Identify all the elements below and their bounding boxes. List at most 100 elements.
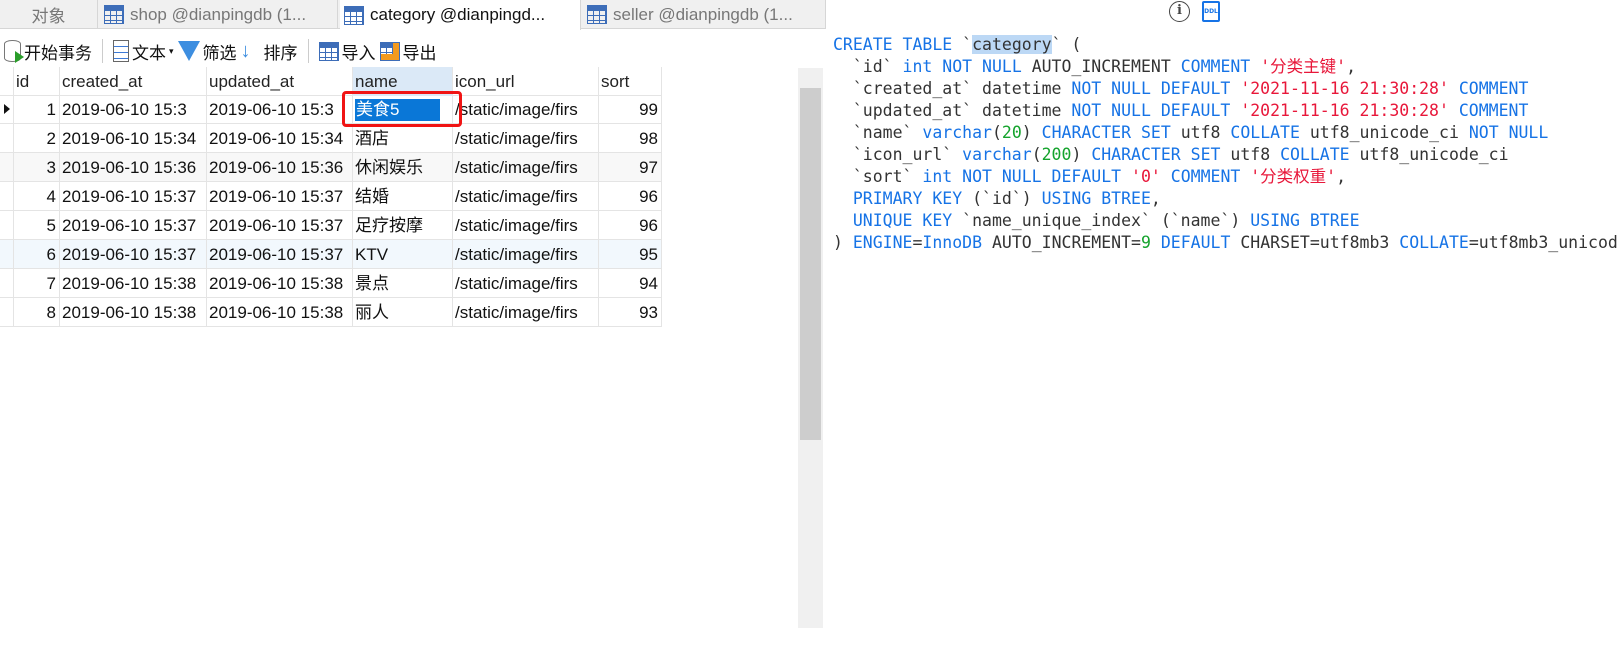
info-icon[interactable]: i <box>1169 1 1190 22</box>
cell-name[interactable]: 休闲娱乐 <box>353 153 453 182</box>
table-header[interactable]: id created_at updated_at name icon_url sort <box>0 67 662 96</box>
cell-name[interactable]: 足疗按摩 <box>353 211 453 240</box>
cell-updated_at[interactable]: 2019-06-10 15:38 <box>207 298 353 327</box>
cell-name[interactable]: KTV <box>353 240 453 269</box>
export-button[interactable]: 导出 <box>379 39 437 64</box>
row-indicator[interactable] <box>0 298 14 327</box>
cell-sort[interactable]: 96 <box>599 211 662 240</box>
column-header-icon_url[interactable]: icon_url <box>453 67 599 96</box>
row-indicator[interactable] <box>0 67 14 96</box>
keyword: CHARACTER SET <box>1091 145 1231 164</box>
cell-id[interactable]: 6 <box>14 240 60 269</box>
cell-icon_url[interactable]: /static/image/firs <box>453 182 599 211</box>
identifier: (`id`) <box>972 189 1042 208</box>
cell-id[interactable]: 7 <box>14 269 60 298</box>
cell-created_at[interactable]: 2019-06-10 15:37 <box>60 240 207 269</box>
cell-updated_at[interactable]: 2019-06-10 15:37 <box>207 211 353 240</box>
cell-sort[interactable]: 99 <box>599 95 662 124</box>
row-indicator[interactable] <box>0 95 14 124</box>
filter-button[interactable]: 筛选 <box>177 39 237 64</box>
dropdown-arrow-icon: ▾ <box>169 45 174 56</box>
cell-icon_url[interactable]: /static/image/firs <box>453 269 599 298</box>
row-indicator[interactable] <box>0 182 14 211</box>
cell-name[interactable]: 结婚 <box>353 182 453 211</box>
keyword: COMMENT <box>1180 57 1261 76</box>
row-indicator[interactable] <box>0 269 14 298</box>
begin-transaction-button[interactable]: 开始事务 <box>4 39 92 64</box>
tab-category[interactable]: category @dianpingd... <box>340 0 581 30</box>
cell-icon_url[interactable]: /static/image/firs <box>453 124 599 153</box>
cell-created_at[interactable]: 2019-06-10 15:37 <box>60 182 207 211</box>
tab-label: category @dianpingd... <box>370 5 546 24</box>
cell-sort[interactable]: 97 <box>599 153 662 182</box>
column-header-created_at[interactable]: created_at <box>60 67 207 96</box>
cell-icon_url[interactable]: /static/image/firs <box>453 153 599 182</box>
cell-sort[interactable]: 98 <box>599 124 662 153</box>
cell-created_at[interactable]: 2019-06-10 15:3 <box>60 95 207 124</box>
table-row[interactable]: 1 2019-06-10 15:3 2019-06-10 15:3 美食5/stati… <box>0 95 662 124</box>
cell-name[interactable]: 丽人 <box>353 298 453 327</box>
cell-name[interactable]: 景点 <box>353 269 453 298</box>
keyword: int NOT NULL <box>902 57 1032 76</box>
cell-id[interactable]: 3 <box>14 153 60 182</box>
tab-objects[interactable]: 对象 <box>0 0 98 29</box>
identifier: utf8_unicode_ci <box>1309 123 1469 142</box>
cell-name[interactable]: 酒店 <box>353 124 453 153</box>
cell-created_at[interactable]: 2019-06-10 15:34 <box>60 124 207 153</box>
column-header-sort[interactable]: sort <box>599 67 662 96</box>
table-icon <box>344 5 364 25</box>
cell-id[interactable]: 2 <box>14 124 60 153</box>
cell-icon_url[interactable]: /static/image/firs <box>453 211 599 240</box>
identifier: AUTO_INCREMENT= <box>991 233 1141 252</box>
cell-sort[interactable]: 93 <box>599 298 662 327</box>
table-row[interactable]: 6 2019-06-10 15:37 2019-06-10 15:37 KTV/sta… <box>0 240 662 269</box>
table-row[interactable]: 3 2019-06-10 15:36 2019-06-10 15:36 休闲娱乐/st… <box>0 153 662 182</box>
keyword: USING BTREE <box>1041 189 1151 208</box>
identifier: = <box>912 233 923 252</box>
cell-created_at[interactable]: 2019-06-10 15:38 <box>60 269 207 298</box>
import-button[interactable]: 导入 <box>318 39 376 64</box>
table-row[interactable]: 8 2019-06-10 15:38 2019-06-10 15:38 丽人/stat… <box>0 298 662 327</box>
cell-icon_url[interactable]: /static/image/firs <box>453 95 599 124</box>
scrollbar-thumb[interactable] <box>800 88 821 440</box>
tab-seller[interactable]: seller @dianpingdb (1... <box>583 0 826 29</box>
cell-updated_at[interactable]: 2019-06-10 15:34 <box>207 124 353 153</box>
cell-created_at[interactable]: 2019-06-10 15:36 <box>60 153 207 182</box>
document-icon <box>113 40 129 62</box>
row-indicator[interactable] <box>0 211 14 240</box>
cell-id[interactable]: 8 <box>14 298 60 327</box>
table-row[interactable]: 5 2019-06-10 15:37 2019-06-10 15:37 足疗按摩/st… <box>0 211 662 240</box>
cell-sort[interactable]: 96 <box>599 182 662 211</box>
keyword: varchar <box>922 123 992 142</box>
cell-created_at[interactable]: 2019-06-10 15:37 <box>60 211 207 240</box>
table-row[interactable]: 2 2019-06-10 15:34 2019-06-10 15:34 酒店/stat… <box>0 124 662 153</box>
row-indicator[interactable] <box>0 240 14 269</box>
cell-icon_url[interactable]: /static/image/firs <box>453 298 599 327</box>
label: 导入 <box>341 43 376 63</box>
column-header-id[interactable]: id <box>14 67 60 96</box>
row-indicator[interactable] <box>0 153 14 182</box>
tab-label: shop @dianpingdb (1... <box>130 4 307 24</box>
column-header-updated_at[interactable]: updated_at <box>207 67 353 96</box>
cell-updated_at[interactable]: 2019-06-10 15:38 <box>207 269 353 298</box>
string-literal: '分类权重' <box>1250 167 1337 186</box>
cell-sort[interactable]: 95 <box>599 240 662 269</box>
table-row[interactable]: 7 2019-06-10 15:38 2019-06-10 15:38 景点/stat… <box>0 269 662 298</box>
cell-created_at[interactable]: 2019-06-10 15:38 <box>60 298 207 327</box>
table-row[interactable]: 4 2019-06-10 15:37 2019-06-10 15:37 结婚/stat… <box>0 182 662 211</box>
cell-updated_at[interactable]: 2019-06-10 15:3 <box>207 95 353 124</box>
cell-updated_at[interactable]: 2019-06-10 15:37 <box>207 240 353 269</box>
cell-updated_at[interactable]: 2019-06-10 15:36 <box>207 153 353 182</box>
cell-id[interactable]: 1 <box>14 95 60 124</box>
tab-shop[interactable]: shop @dianpingdb (1... <box>100 0 338 29</box>
cell-sort[interactable]: 94 <box>599 269 662 298</box>
cell-id[interactable]: 4 <box>14 182 60 211</box>
ddl-icon[interactable]: DDL <box>1202 1 1220 22</box>
sort-button[interactable]: ↓ 排序 <box>241 39 298 64</box>
label: 导出 <box>402 43 437 63</box>
cell-id[interactable]: 5 <box>14 211 60 240</box>
cell-icon_url[interactable]: /static/image/firs <box>453 240 599 269</box>
row-indicator[interactable] <box>0 124 14 153</box>
text-view-button[interactable]: 文本 ▾ <box>113 39 174 64</box>
cell-updated_at[interactable]: 2019-06-10 15:37 <box>207 182 353 211</box>
